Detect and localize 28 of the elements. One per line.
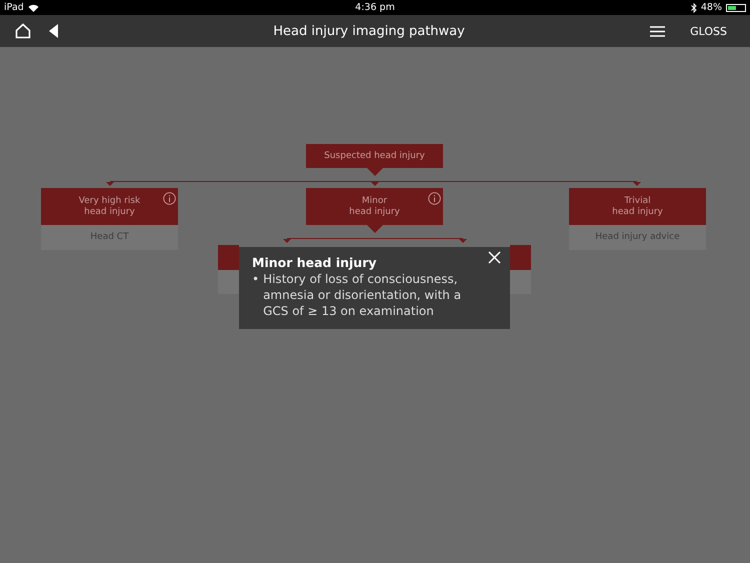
flow-node[interactable] [218,245,239,270]
close-icon[interactable] [488,251,501,264]
clock: 4:36 pm [355,2,395,13]
outcome-node [510,270,531,294]
bullet: • [252,271,260,288]
battery-icon [726,4,746,12]
pointer-arrow [367,168,383,176]
device-name: iPad [4,2,24,13]
pointer-arrow [367,225,383,233]
bluetooth-icon [690,2,697,12]
battery-percent: 48% [700,2,722,13]
flow-node[interactable]: Trivial head injury [569,188,706,225]
home-icon[interactable] [15,23,31,39]
info-icon[interactable] [428,192,441,205]
flow-node[interactable]: Very high risk head injury [41,188,178,225]
wifi-icon [28,4,39,12]
info-icon[interactable] [163,192,176,205]
outcome-node[interactable]: Head CT [41,225,178,250]
popup-title: Minor head injury [252,255,378,270]
flow-node[interactable] [510,245,531,270]
popup-text: History of loss of consciousness, amnesia or disorientation, with a GCS of ≥ 13 on examination [263,271,462,319]
glossary-button[interactable]: GLOSS [690,24,735,38]
page-title: Head injury imaging pathway [272,24,466,38]
outcome-node [218,270,239,294]
menu-icon[interactable] [650,26,666,36]
flow-node[interactable]: Minor head injury [306,188,443,225]
outcome-node[interactable]: Head injury advice [569,225,706,250]
back-icon[interactable] [49,24,58,38]
